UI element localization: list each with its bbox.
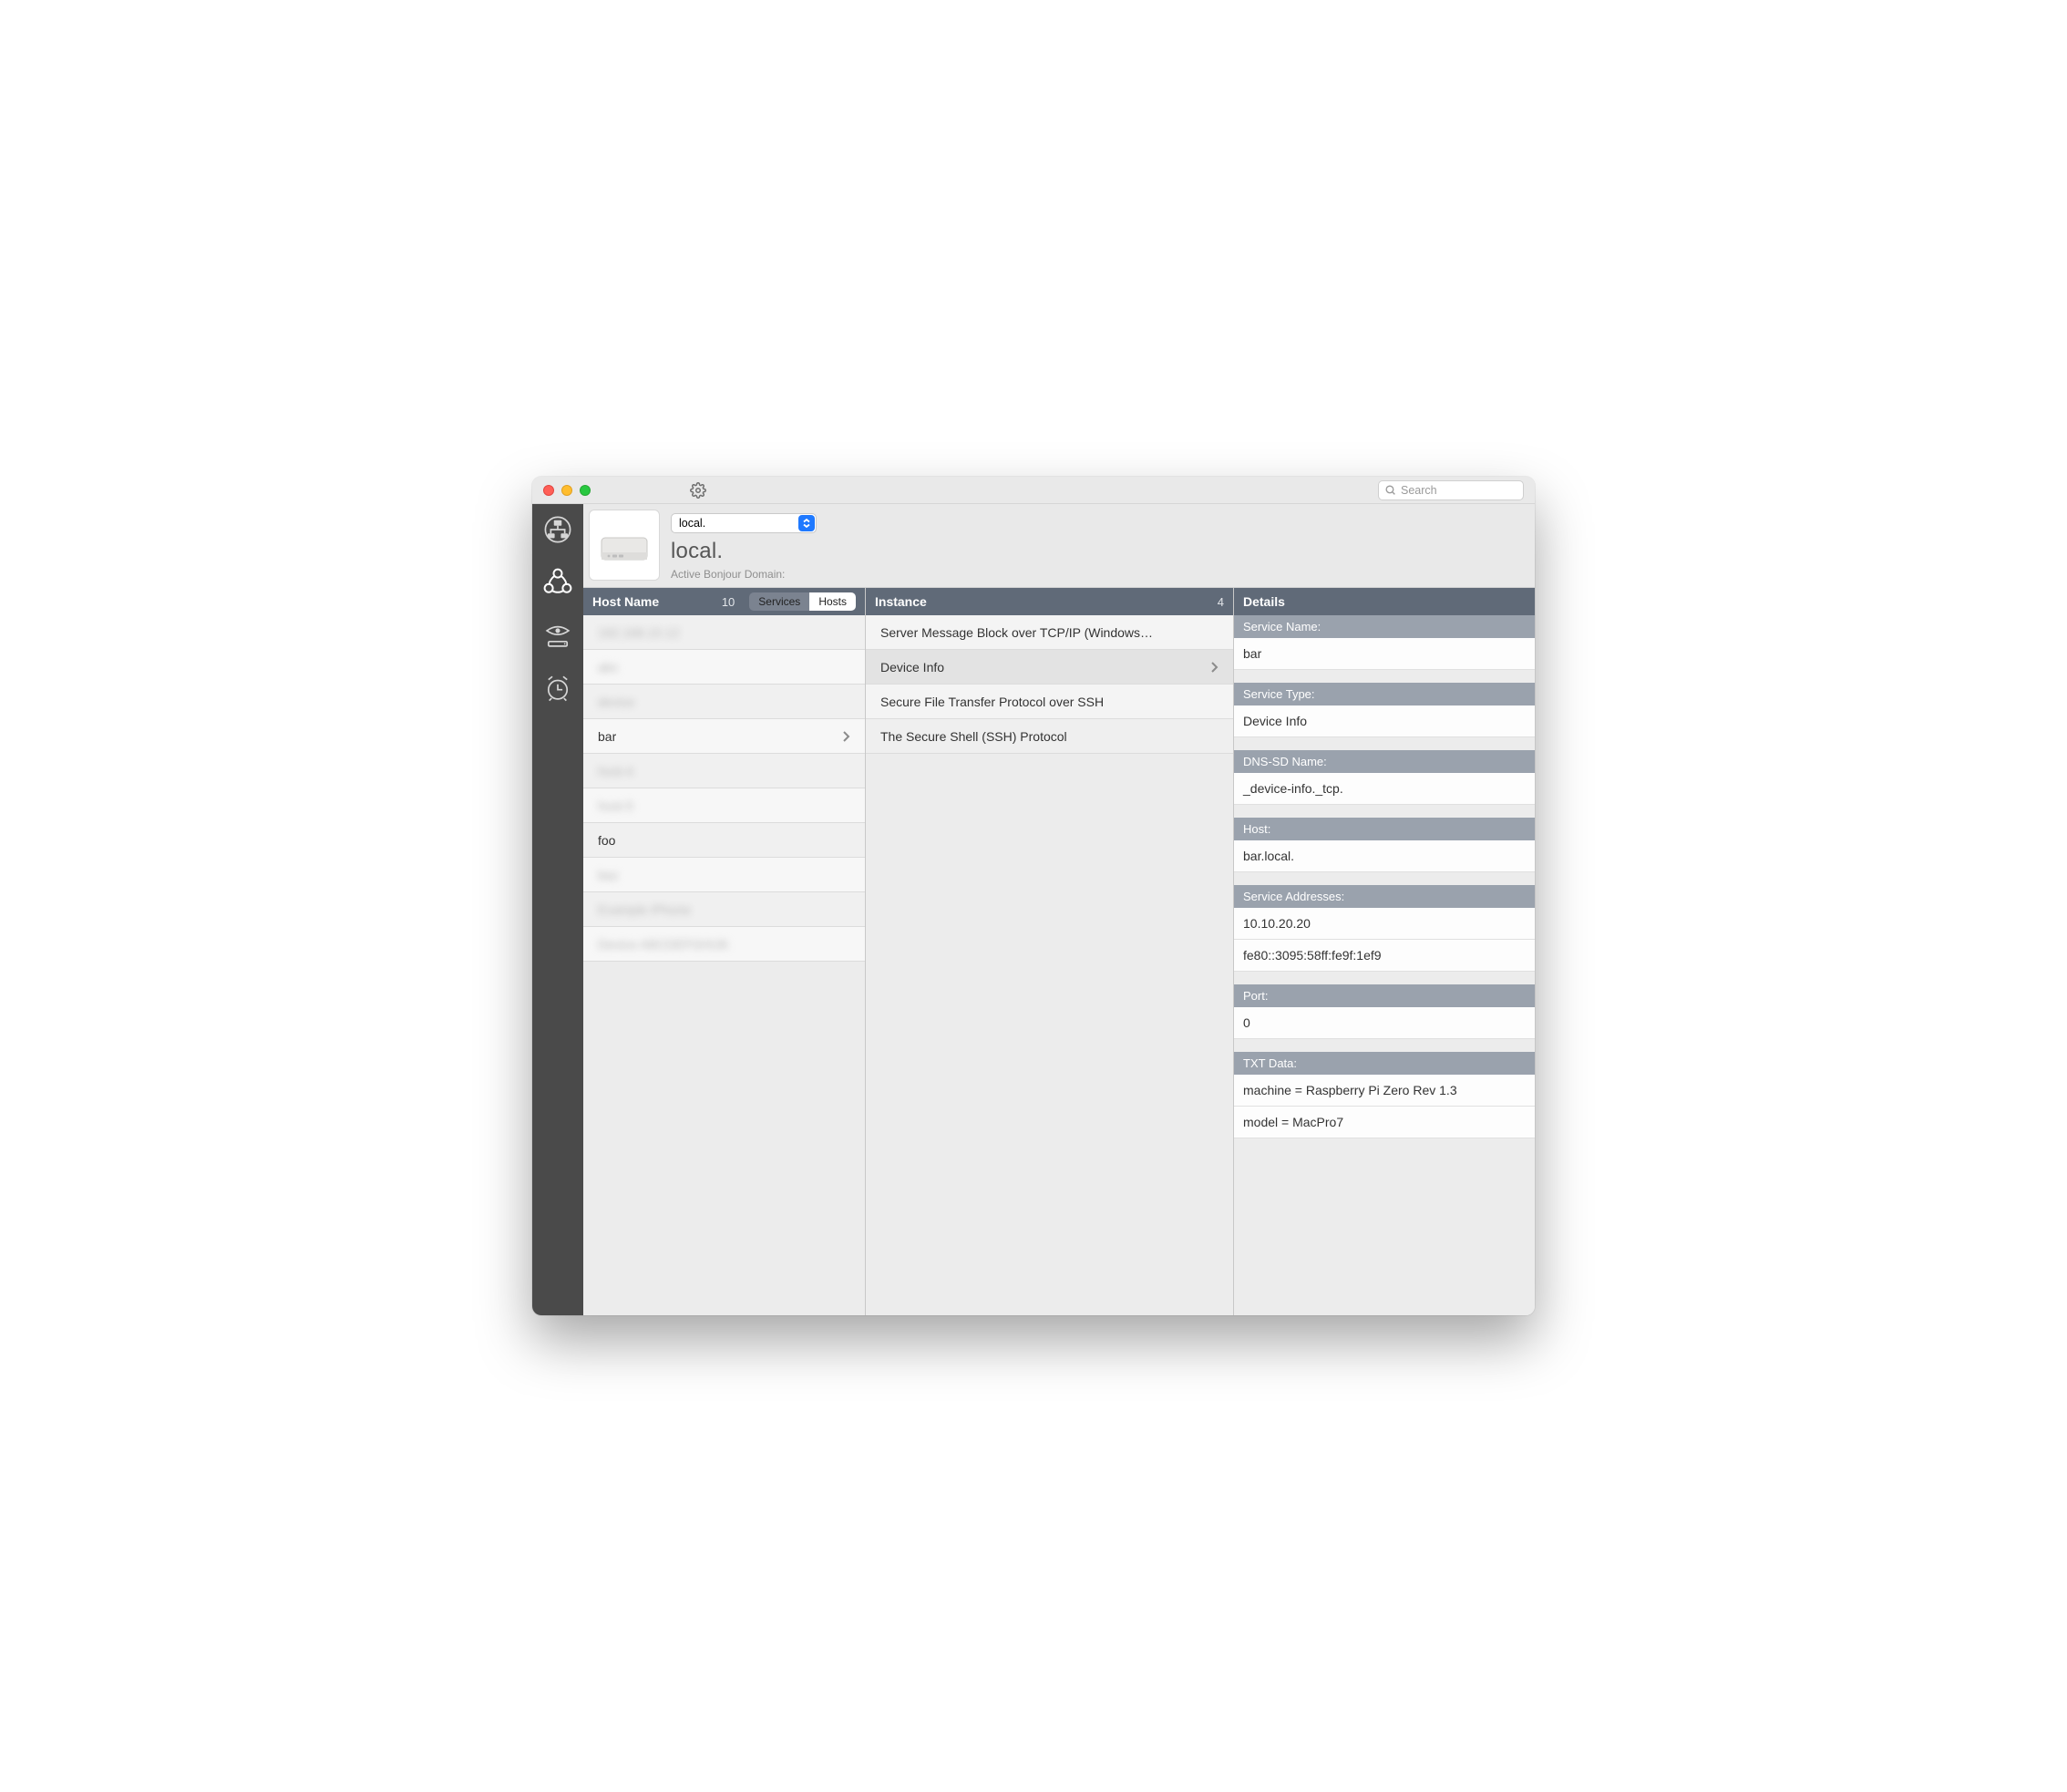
domain-select[interactable] [671,513,817,533]
detail-value-service-name: bar [1234,638,1535,670]
host-label: foo [598,833,615,848]
host-row[interactable]: host-4 [583,754,865,788]
instance-row[interactable]: Server Message Block over TCP/IP (Window… [866,615,1233,650]
instance-label: Server Message Block over TCP/IP (Window… [880,625,1153,640]
details-header: Details [1234,588,1535,615]
detail-label-dns-sd-name: DNS-SD Name: [1234,750,1535,773]
detail-value-address-0: 10.10.20.20 [1234,908,1535,940]
domain-select-input[interactable] [671,513,817,533]
alarm-clock-icon [542,673,573,704]
main-content: local. Active Bonjour Domain: Host Name … [583,504,1535,1315]
window-controls [543,485,591,496]
app-window: local. Active Bonjour Domain: Host Name … [532,477,1535,1315]
network-icon [542,514,573,545]
instance-row[interactable]: Device Info [866,650,1233,685]
detail-label-port: Port: [1234,984,1535,1007]
host-row[interactable]: Device ABCDEFGHIJK [583,927,865,962]
bonjour-icon [541,566,574,599]
hosts-column: Host Name 10 Services Hosts 192.168.10.1… [583,588,866,1315]
settings-button[interactable] [689,481,707,499]
details-panel: Service Name: bar Service Type: Device I… [1234,615,1535,1315]
sidebar-rail [532,504,583,1315]
details-header-title: Details [1243,594,1285,609]
domain-subtitle: Active Bonjour Domain: [671,568,817,581]
rail-network[interactable] [538,510,578,550]
detail-value-txt-0: machine = Raspberry Pi Zero Rev 1.3 [1234,1075,1535,1107]
host-label: bar [598,729,616,744]
instance-header: Instance 4 [866,588,1233,615]
instance-label: Device Info [880,660,944,675]
detail-value-port: 0 [1234,1007,1535,1039]
detail-value-host: bar.local. [1234,840,1535,872]
segment-hosts[interactable]: Hosts [809,592,856,611]
detail-value-service-type: Device Info [1234,705,1535,737]
detail-label-service-type: Service Type: [1234,683,1535,705]
host-label: Device ABCDEFGHIJK [598,937,729,952]
detail-value-txt-1: model = MacPro7 [1234,1107,1535,1138]
close-button[interactable] [543,485,554,496]
titlebar [532,477,1535,504]
instance-label: Secure File Transfer Protocol over SSH [880,695,1104,709]
host-row[interactable]: bar [583,719,865,754]
detail-label-service-name: Service Name: [1234,615,1535,638]
host-label: device [598,695,634,709]
detail-label-txt-data: TXT Data: [1234,1052,1535,1075]
rail-schedule[interactable] [538,668,578,708]
chevron-right-icon [1209,661,1219,674]
hosts-header-title: Host Name [592,594,659,609]
rail-bonjour[interactable] [538,562,578,602]
host-row[interactable]: abc [583,650,865,685]
host-label: Example iPhone [598,902,691,917]
detail-label-host: Host: [1234,818,1535,840]
instance-header-title: Instance [875,594,927,609]
services-hosts-toggle[interactable]: Services Hosts [749,592,856,611]
hosts-count: 10 [722,595,735,609]
detail-value-dns-sd-name: _device-info._tcp. [1234,773,1535,805]
zoom-button[interactable] [580,485,591,496]
segment-services[interactable]: Services [749,592,809,611]
domain-title: local. [671,539,817,564]
instance-column: Instance 4 Server Message Block over TCP… [866,588,1234,1315]
instance-count: 4 [1218,595,1224,609]
mac-studio-icon [598,523,651,567]
hosts-list: 192.168.10.12 abc device bar host-4 host-5 foo… [583,615,865,1315]
search-icon [1384,484,1396,496]
host-row[interactable]: foo [583,823,865,858]
host-label: abc [598,660,619,675]
chevron-right-icon [841,730,850,743]
host-row[interactable]: Example iPhone [583,892,865,927]
instance-row[interactable]: Secure File Transfer Protocol over SSH [866,685,1233,719]
host-label: baz [598,868,619,882]
host-label: host-5 [598,798,633,813]
host-row[interactable]: host-5 [583,788,865,823]
device-thumbnail [589,510,660,581]
gear-icon [690,482,706,499]
host-label: 192.168.10.12 [598,625,680,640]
instance-list: Server Message Block over TCP/IP (Window… [866,615,1233,1315]
search-input[interactable] [1401,484,1517,497]
eye-device-icon [542,620,573,651]
detail-value-address-1: fe80::3095:58ff:fe9f:1ef9 [1234,940,1535,972]
instance-label: The Secure Shell (SSH) Protocol [880,729,1067,744]
host-row[interactable]: baz [583,858,865,892]
host-row[interactable]: 192.168.10.12 [583,615,865,650]
search-field[interactable] [1378,480,1524,500]
detail-label-service-addresses: Service Addresses: [1234,885,1535,908]
instance-row[interactable]: The Secure Shell (SSH) Protocol [866,719,1233,754]
details-column: Details Service Name: bar Service Type: … [1234,588,1535,1315]
domain-header: local. Active Bonjour Domain: [583,504,1535,588]
rail-monitor[interactable] [538,615,578,655]
hosts-header: Host Name 10 Services Hosts [583,588,865,615]
host-label: host-4 [598,764,633,778]
minimize-button[interactable] [561,485,572,496]
host-row[interactable]: device [583,685,865,719]
